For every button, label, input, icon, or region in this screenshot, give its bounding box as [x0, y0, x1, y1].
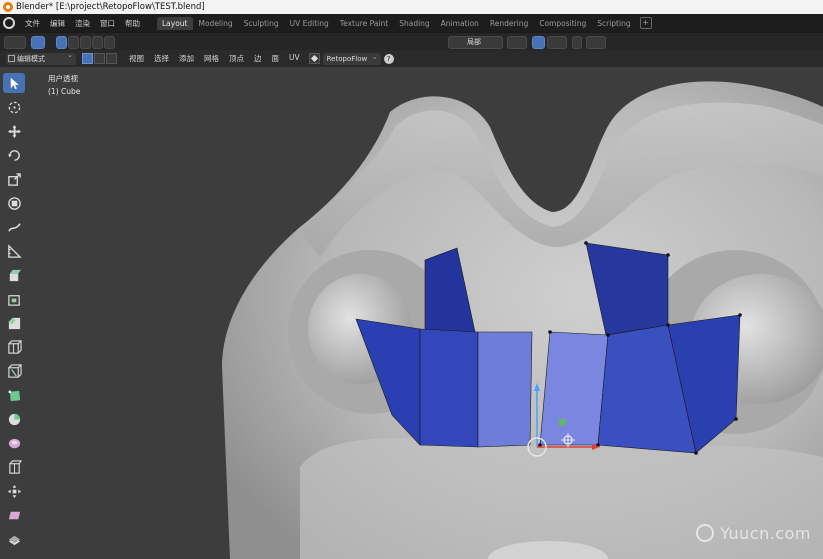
workspace-tabs: Layout Modeling Sculpting UV Editing Tex…	[157, 14, 652, 32]
menu-vertex[interactable]: 顶点	[224, 53, 249, 64]
face-select-icon[interactable]	[106, 53, 117, 64]
viewport-perspective-label: 用户透视	[48, 74, 78, 83]
menu-help[interactable]: 帮助	[120, 18, 145, 29]
menu-edge[interactable]: 边	[249, 53, 267, 64]
viewport-object-label: (1) Cube	[48, 87, 81, 96]
face-left-inner	[477, 331, 533, 448]
menu-view[interactable]: 视图	[124, 53, 149, 64]
watermark: Yuucn.com	[696, 524, 811, 543]
scale-icon[interactable]	[3, 169, 25, 189]
tab-modeling[interactable]: Modeling	[194, 17, 238, 30]
select-subtract-icon[interactable]	[80, 36, 91, 49]
spin-icon[interactable]	[3, 409, 25, 429]
menu-face[interactable]: 面	[267, 53, 285, 64]
inset-faces-icon[interactable]	[3, 289, 25, 309]
measure-icon[interactable]	[3, 241, 25, 261]
watermark-text: Yuucn.com	[720, 524, 811, 543]
select-mode-group	[82, 53, 118, 64]
menu-mesh[interactable]: 网格	[199, 53, 224, 64]
shrink-fatten-icon[interactable]	[3, 481, 25, 501]
watermark-logo-icon	[696, 524, 715, 542]
window-titlebar: Blender* [E:\project\RetopoFlow\TEST.ble…	[0, 0, 823, 14]
edge-select-icon[interactable]	[94, 53, 105, 64]
tab-layout[interactable]: Layout	[157, 16, 193, 30]
menu-uv[interactable]: UV	[284, 53, 305, 64]
shear-icon[interactable]	[3, 505, 25, 525]
move-icon[interactable]	[3, 121, 25, 141]
select-extend-icon[interactable]	[68, 36, 79, 49]
viewport-header: 编辑模式 视图 选择 添加 网格 顶点 边 面 UV RetopoFlow ?	[0, 50, 823, 67]
vertex-select-icon[interactable]	[82, 53, 93, 64]
retopoflow-icon[interactable]	[308, 53, 320, 64]
select-intersect-icon[interactable]	[104, 36, 115, 49]
edge-slide-icon[interactable]	[3, 457, 25, 477]
toolbar-left	[3, 73, 27, 553]
retopoflow-dropdown[interactable]: RetopoFlow	[322, 51, 381, 65]
menu-render[interactable]: 渲染	[70, 18, 95, 29]
tool-header: 局部	[0, 32, 823, 50]
extrude-region-icon[interactable]	[3, 265, 25, 285]
menu-add[interactable]: 添加	[174, 53, 199, 64]
knife-icon[interactable]	[3, 361, 25, 381]
snap-icon[interactable]	[507, 36, 527, 49]
tab-sculpting[interactable]: Sculpting	[239, 17, 284, 30]
select-new-icon[interactable]	[56, 36, 67, 49]
window-title: Blender* [E:\project\RetopoFlow\TEST.ble…	[16, 2, 205, 12]
blender-logo-icon	[3, 2, 13, 12]
rotate-icon[interactable]	[3, 145, 25, 165]
tab-texture-paint[interactable]: Texture Paint	[335, 17, 393, 30]
rip-region-icon[interactable]	[3, 529, 25, 549]
select-tool-icon[interactable]	[31, 36, 45, 49]
tab-compositing[interactable]: Compositing	[534, 17, 591, 30]
add-workspace-icon[interactable]: +	[639, 17, 652, 29]
bevel-icon[interactable]	[3, 313, 25, 333]
select-box-icon[interactable]	[3, 73, 25, 93]
snap-target-icon[interactable]	[547, 36, 567, 49]
menu-edit[interactable]: 编辑	[45, 18, 70, 29]
top-menubar: 文件 编辑 渲染 窗口 帮助 Layout Modeling Sculpting…	[0, 14, 823, 32]
help-icon[interactable]: ?	[383, 53, 394, 64]
transform-orientation-icon[interactable]	[4, 36, 26, 49]
mode-dropdown[interactable]: 编辑模式	[6, 51, 76, 65]
menu-file[interactable]: 文件	[20, 18, 45, 29]
blender-menu-icon[interactable]	[3, 17, 15, 29]
menu-select[interactable]: 选择	[149, 53, 174, 64]
loop-cut-icon[interactable]	[3, 337, 25, 357]
poly-build-icon[interactable]	[3, 385, 25, 405]
menu-window[interactable]: 窗口	[95, 18, 120, 29]
retopoflow-group: RetopoFlow ?	[308, 51, 394, 65]
select-invert-icon[interactable]	[92, 36, 103, 49]
tab-scripting[interactable]: Scripting	[592, 17, 635, 30]
tab-uv-editing[interactable]: UV Editing	[285, 17, 334, 30]
proportional-edit-icon[interactable]	[532, 36, 545, 49]
pivot-dropdown[interactable]: 局部	[448, 36, 503, 49]
tab-shading[interactable]: Shading	[394, 17, 434, 30]
pivot-label: 局部	[467, 38, 481, 46]
transform-icon[interactable]	[3, 193, 25, 213]
3d-viewport[interactable]	[0, 67, 823, 559]
viewport-scene	[222, 81, 823, 559]
face-center-right	[539, 331, 609, 446]
edit-mode-icon	[8, 54, 15, 62]
cursor-icon[interactable]	[3, 97, 25, 117]
mode-label: 编辑模式	[17, 54, 45, 63]
tab-rendering[interactable]: Rendering	[485, 17, 533, 30]
viewport-menus: 视图 选择 添加 网格 顶点 边 面 UV	[124, 53, 305, 64]
smooth-icon[interactable]	[3, 433, 25, 453]
face-left-mid	[419, 328, 479, 448]
falloff-curve-icon[interactable]	[586, 36, 606, 49]
annotate-icon[interactable]	[3, 217, 25, 237]
tab-animation[interactable]: Animation	[436, 17, 484, 30]
falloff-icon[interactable]	[572, 36, 582, 49]
